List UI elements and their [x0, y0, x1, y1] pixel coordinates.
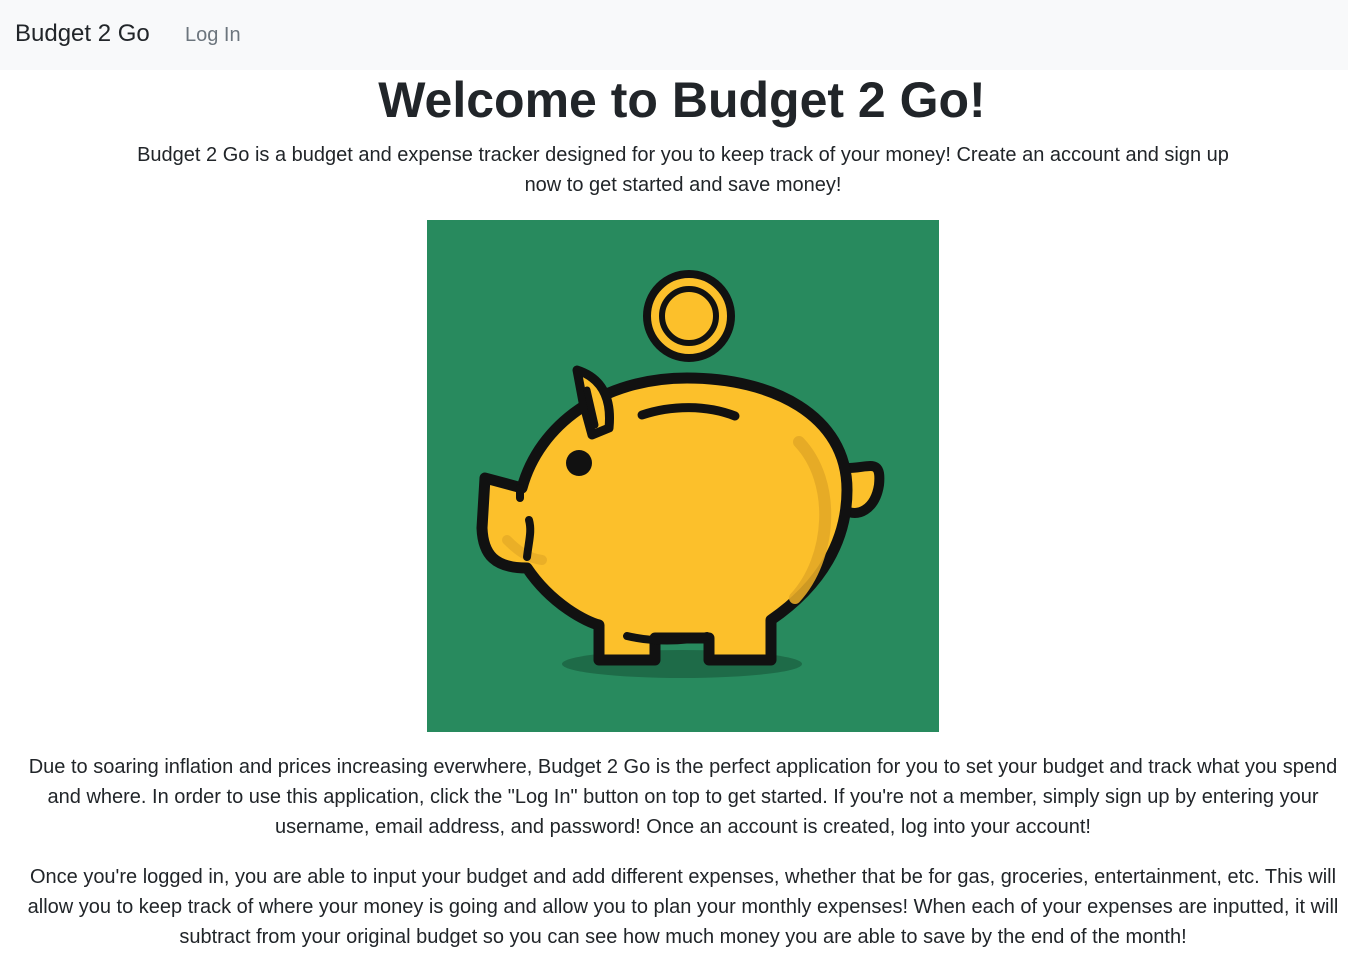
login-link[interactable]: Log In — [185, 22, 241, 48]
intro-text: Budget 2 Go is a budget and expense trac… — [137, 144, 1229, 196]
page-title: Welcome to Budget 2 Go! — [378, 72, 986, 128]
piggy-bank-icon — [427, 220, 939, 732]
navbar: Budget 2 Go Log In — [0, 0, 1348, 70]
description-paragraph-2: Once you're logged in, you are able to i… — [27, 866, 1339, 948]
description-paragraph-1: Due to soaring inflation and prices incr… — [28, 756, 1338, 838]
brand-link[interactable]: Budget 2 Go — [15, 18, 150, 50]
